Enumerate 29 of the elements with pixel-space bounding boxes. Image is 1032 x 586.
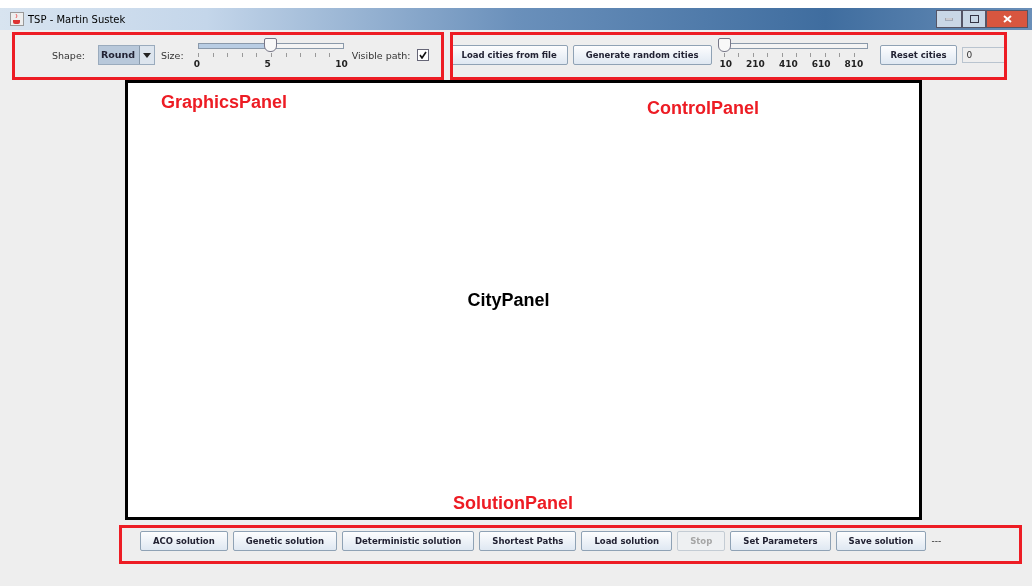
solution-button[interactable]: Shortest Paths xyxy=(479,531,577,551)
action-button[interactable]: Load cities from file xyxy=(450,45,568,65)
tick-label: 5 xyxy=(264,59,271,69)
tick-label: 410 xyxy=(778,59,798,69)
city-count-field[interactable]: 0 xyxy=(962,47,1006,63)
shape-dropdown[interactable]: Round xyxy=(97,45,155,65)
tick-label: 810 xyxy=(844,59,864,69)
solution-button[interactable]: ACO solution xyxy=(140,531,228,551)
annotation-label: GraphicsPanel xyxy=(161,92,288,113)
reset-cities-button[interactable]: Reset cities xyxy=(879,45,958,65)
status-text: --- xyxy=(931,536,942,546)
solution-button[interactable]: Save solution xyxy=(835,531,927,551)
solution-button[interactable]: Genetic solution xyxy=(232,531,337,551)
shape-label: Shape: xyxy=(52,49,85,61)
solution-button[interactable]: Set Parameters xyxy=(730,531,831,551)
tick-label: 210 xyxy=(746,59,765,69)
tick-label: 10 xyxy=(719,59,733,69)
tick-label: 610 xyxy=(811,59,831,69)
window-title: TSP - Martin Sustek xyxy=(28,13,126,25)
tick-label: 0 xyxy=(193,59,200,69)
annotation-label: SolutionPanel xyxy=(453,493,573,514)
size-label: Size: xyxy=(160,49,184,61)
solution-button[interactable]: Deterministic solution xyxy=(342,531,475,551)
city-panel-label: CityPanel xyxy=(467,289,550,311)
annotation-label: ControlPanel xyxy=(647,98,759,119)
action-button[interactable]: Generate random cities xyxy=(572,45,712,65)
solution-button[interactable]: Load solution xyxy=(581,531,673,551)
visible-path-label: Visible path: xyxy=(351,49,411,61)
tick-label: 10 xyxy=(335,59,348,69)
